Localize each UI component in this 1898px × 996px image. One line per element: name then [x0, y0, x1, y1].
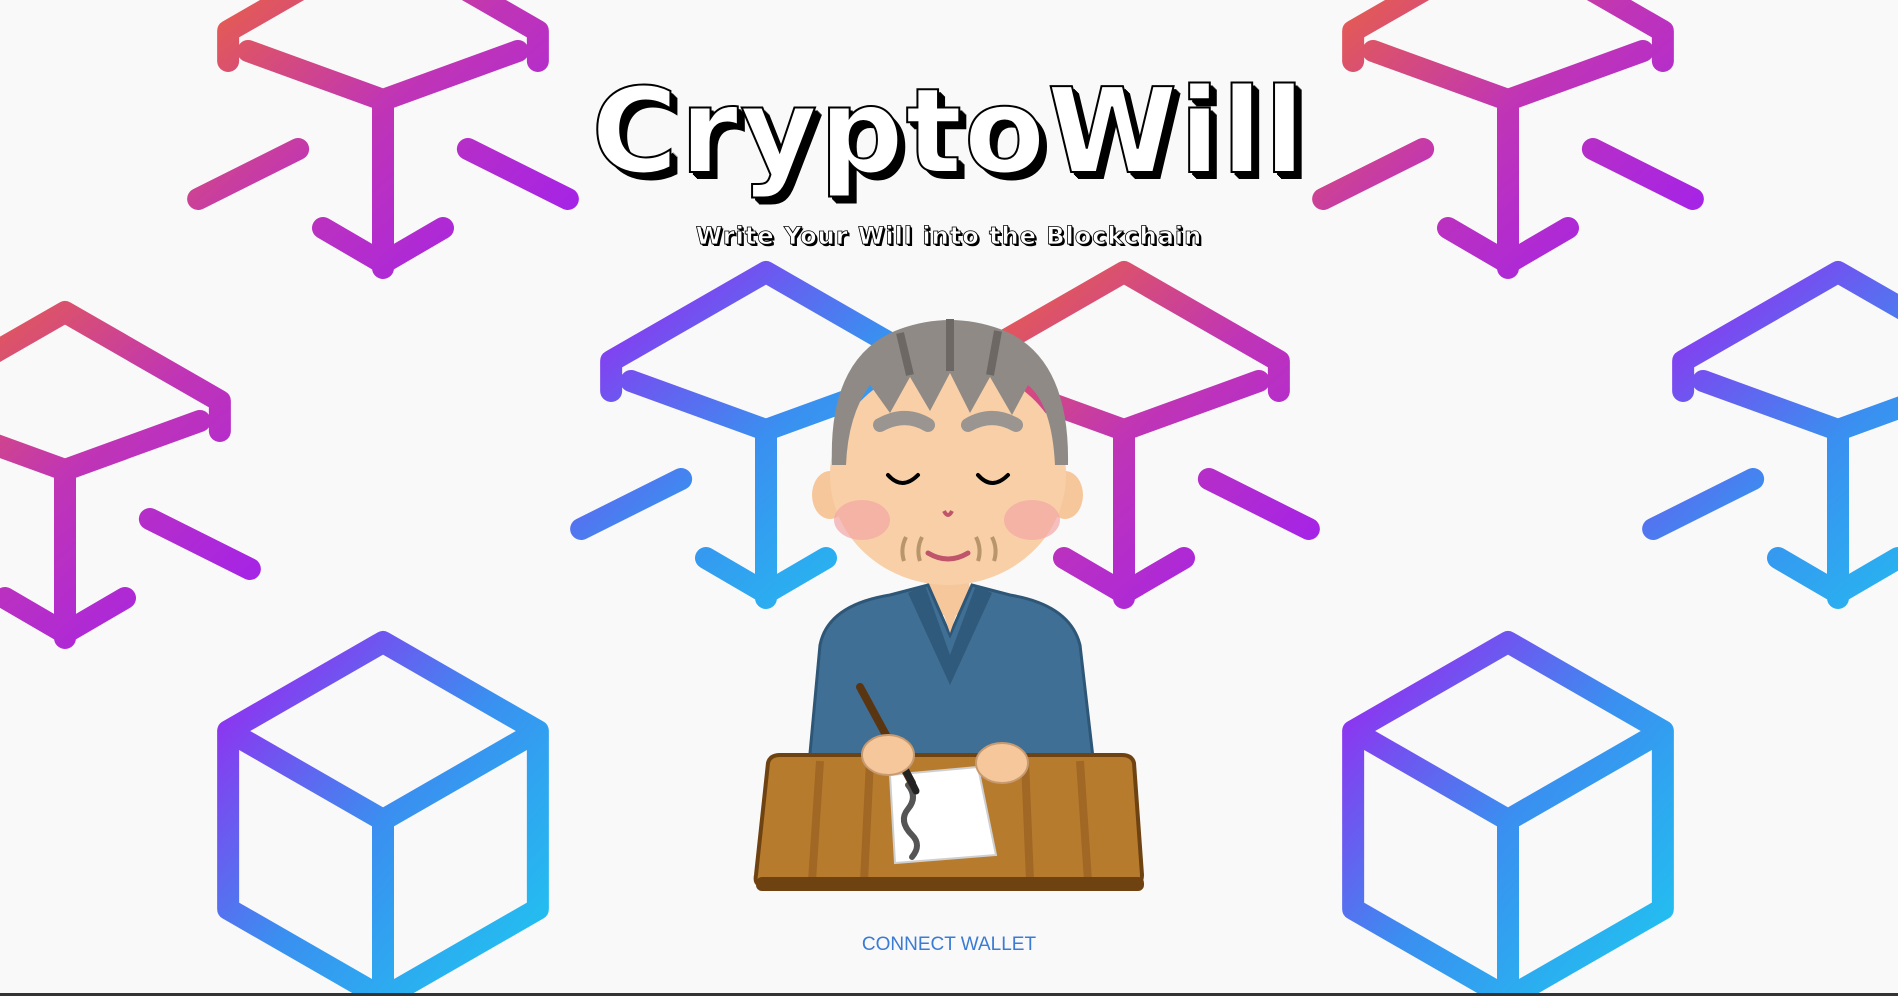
- cube-shape: [0, 301, 261, 649]
- landing-page: CryptoWill Write Your Will into the Bloc…: [0, 0, 1898, 996]
- connect-wallet-area: CONNECT WALLET: [0, 934, 1898, 956]
- elderly-man-writing-will-icon: [753, 319, 1145, 891]
- app-title: CryptoWill: [590, 62, 1307, 200]
- app-tagline: Write Your Will into the Blockchain: [695, 222, 1203, 251]
- cube-shape: [1642, 261, 1898, 609]
- connect-wallet-button[interactable]: CONNECT WALLET: [856, 934, 1042, 956]
